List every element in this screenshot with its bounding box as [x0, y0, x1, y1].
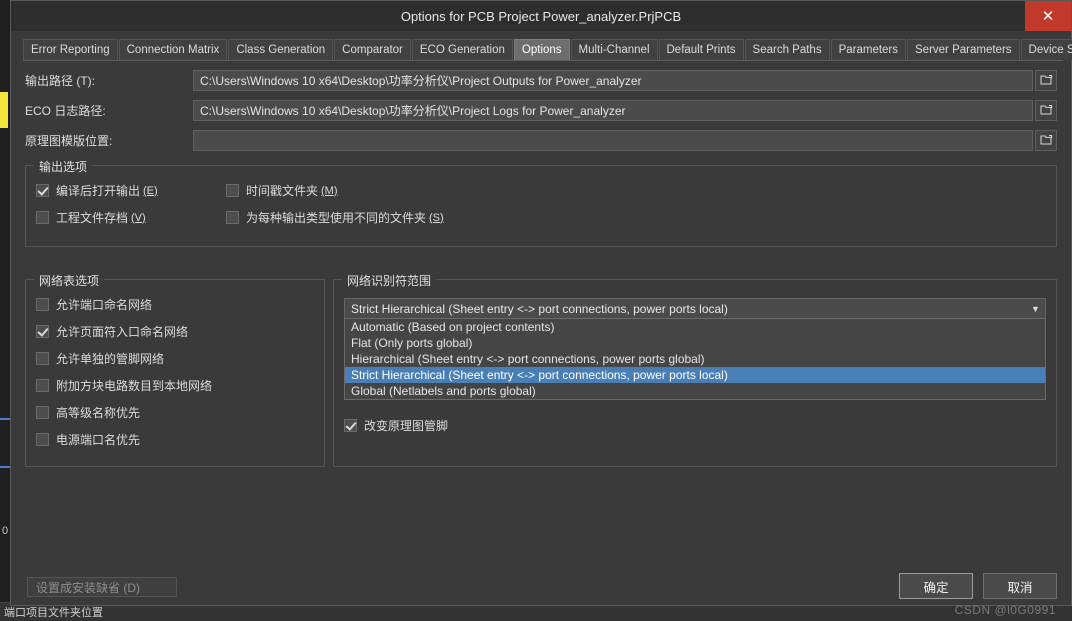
checkbox-timestamp-folder[interactable]: 时间戳文件夹 (M)	[226, 182, 444, 199]
schematic-template-path-row: 原理图模版位置:	[25, 129, 1057, 151]
tab-multi-channel[interactable]: Multi-Channel	[570, 39, 658, 60]
checkbox-open-outputs-after-compile[interactable]: 编译后打开输出 (E)	[36, 182, 226, 199]
lower-columns: 网络表选项 允许端口命名网络 允许页面符入口命名网络 允许单独的管脚网络 附加方…	[25, 265, 1057, 467]
net-identifier-column: 网络识别符范围 Strict Hierarchical (Sheet entry…	[333, 265, 1057, 467]
set-as-default-button[interactable]: 设置成安装缺省 (D)	[27, 577, 177, 597]
checkbox-allow-single-pin-nets[interactable]: 允许单独的管脚网络	[36, 350, 314, 367]
tab-bar: Error Reporting Connection Matrix Class …	[23, 38, 1072, 61]
checkbox-append-sheet-numbers[interactable]: 附加方块电路数目到本地网络	[36, 377, 314, 394]
checkbox-allow-port-names-label: 允许端口命名网络	[56, 298, 153, 312]
tab-device-sheet[interactable]: Device Sheet	[1020, 39, 1072, 60]
checkbox-timestamp-folder-mnemonic: (M)	[321, 184, 338, 197]
checkbox-archive-project-documents-label: 工程文件存档	[56, 211, 129, 225]
tab-eco-generation[interactable]: ECO Generation	[411, 39, 513, 60]
tab-connection-matrix[interactable]: Connection Matrix	[118, 39, 228, 60]
tab-options[interactable]: Options	[513, 39, 570, 60]
app-yellow-marker	[0, 92, 8, 128]
checkbox-power-port-names-take-priority-box[interactable]	[36, 433, 49, 446]
checkbox-allow-single-pin-nets-label: 允许单独的管脚网络	[56, 352, 165, 366]
checkbox-separate-folder-per-output-type-mnemonic: (S)	[429, 211, 444, 224]
schematic-template-path-browse-icon[interactable]	[1035, 129, 1057, 151]
netlist-options-column: 网络表选项 允许端口命名网络 允许页面符入口命名网络 允许单独的管脚网络 附加方…	[25, 265, 325, 467]
schematic-template-path-label: 原理图模版位置:	[25, 133, 113, 148]
eco-log-path-browse-icon[interactable]	[1035, 99, 1057, 121]
tab-comparator[interactable]: Comparator	[334, 39, 411, 60]
tab-search-paths[interactable]: Search Paths	[744, 39, 830, 60]
checkbox-allow-sheet-entry-names[interactable]: 允许页面符入口命名网络	[36, 323, 314, 340]
dialog-titlebar: Options for PCB Project Power_analyzer.P…	[11, 1, 1071, 31]
netlist-options-group: 网络表选项 允许端口命名网络 允许页面符入口命名网络 允许单独的管脚网络 附加方…	[25, 272, 325, 467]
net-identifier-combo-wrapper: Strict Hierarchical (Sheet entry <-> por…	[344, 298, 1046, 400]
checkbox-separate-folder-per-output-type-box[interactable]	[226, 211, 239, 224]
checkbox-allow-port-names-box[interactable]	[36, 298, 49, 311]
dialog-body: 输出路径 (T): C:\Users\Windows 10 x64\Deskto…	[11, 61, 1071, 467]
dialog-footer: 设置成安装缺省 (D) 确定 取消	[11, 561, 1071, 605]
checkbox-separate-folder-per-output-type[interactable]: 为每种输出类型使用不同的文件夹 (S)	[226, 209, 444, 226]
checkbox-open-outputs-after-compile-label: 编译后打开输出	[56, 184, 141, 198]
tab-class-generation[interactable]: Class Generation	[228, 39, 334, 60]
app-axis-label: 0	[2, 525, 9, 537]
checkbox-timestamp-folder-label: 时间戳文件夹	[246, 184, 319, 198]
ok-button[interactable]: 确定	[899, 573, 973, 599]
dropdown-item-automatic[interactable]: Automatic (Based on project contents)	[345, 319, 1045, 335]
eco-log-path-input[interactable]: C:\Users\Windows 10 x64\Desktop\功率分析仪\Pr…	[193, 99, 1033, 121]
schematic-template-path-input[interactable]	[193, 129, 1033, 151]
output-path-row: 输出路径 (T): C:\Users\Windows 10 x64\Deskto…	[25, 69, 1057, 91]
checkbox-archive-project-documents[interactable]: 工程文件存档 (V)	[36, 209, 226, 226]
checkbox-power-port-names-take-priority-label: 电源端口名优先	[56, 433, 141, 447]
close-icon[interactable]: ✕	[1025, 1, 1071, 31]
checkbox-separate-folder-per-output-type-label: 为每种输出类型使用不同的文件夹	[246, 211, 427, 225]
dropdown-item-hierarchical[interactable]: Hierarchical (Sheet entry <-> port conne…	[345, 351, 1045, 367]
net-identifier-title: 网络识别符范围	[342, 272, 437, 289]
checkbox-allow-sheet-entry-names-box[interactable]	[36, 325, 49, 338]
output-path-browse-icon[interactable]	[1035, 69, 1057, 91]
checkbox-archive-project-documents-mnemonic: (V)	[131, 211, 146, 224]
tab-default-prints[interactable]: Default Prints	[658, 39, 744, 60]
checkbox-allow-sheet-entry-names-label: 允许页面符入口命名网络	[56, 325, 189, 339]
options-dialog: Options for PCB Project Power_analyzer.P…	[10, 0, 1072, 606]
checkbox-change-schematic-pins[interactable]: 改变原理图管脚	[344, 417, 1046, 434]
checkbox-change-schematic-pins-box[interactable]	[344, 419, 357, 432]
checkbox-open-outputs-after-compile-mnemonic: (E)	[143, 184, 158, 197]
checkbox-change-schematic-pins-label: 改变原理图管脚	[364, 419, 449, 433]
checkbox-open-outputs-after-compile-box[interactable]	[36, 184, 49, 197]
checkbox-append-sheet-numbers-box[interactable]	[36, 379, 49, 392]
eco-log-path-label: ECO 日志路径:	[25, 103, 106, 118]
net-identifier-combo[interactable]: Strict Hierarchical (Sheet entry <-> por…	[344, 298, 1046, 319]
app-status-text: 端口项目文件夹位置	[4, 607, 103, 619]
checkbox-allow-port-names[interactable]: 允许端口命名网络	[36, 296, 314, 313]
tab-error-reporting[interactable]: Error Reporting	[23, 39, 118, 60]
checkbox-power-port-names-take-priority[interactable]: 电源端口名优先	[36, 431, 314, 448]
dropdown-item-strict-hierarchical[interactable]: Strict Hierarchical (Sheet entry <-> por…	[345, 367, 1045, 383]
chevron-down-icon[interactable]: ▼	[1026, 299, 1045, 318]
output-path-label: 输出路径 (T):	[25, 73, 95, 88]
eco-log-path-row: ECO 日志路径: C:\Users\Windows 10 x64\Deskto…	[25, 99, 1057, 121]
output-options-group: 输出选项 编译后打开输出 (E) 工程文件存档 (V) 时间戳文件夹 (M) 为…	[25, 158, 1057, 247]
checkbox-archive-project-documents-box[interactable]	[36, 211, 49, 224]
dialog-title: Options for PCB Project Power_analyzer.P…	[400, 8, 682, 24]
net-identifier-combo-value: Strict Hierarchical (Sheet entry <-> por…	[351, 301, 728, 316]
tab-parameters[interactable]: Parameters	[830, 39, 907, 60]
dropdown-item-flat[interactable]: Flat (Only ports global)	[345, 335, 1045, 351]
netlist-options-title: 网络表选项	[34, 272, 105, 289]
dropdown-item-global[interactable]: Global (Netlabels and ports global)	[345, 383, 1045, 399]
checkbox-timestamp-folder-box[interactable]	[226, 184, 239, 197]
checkbox-allow-single-pin-nets-box[interactable]	[36, 352, 49, 365]
net-identifier-group: 网络识别符范围 Strict Hierarchical (Sheet entry…	[333, 272, 1057, 467]
output-path-input[interactable]: C:\Users\Windows 10 x64\Desktop\功率分析仪\Pr…	[193, 69, 1033, 91]
checkbox-append-sheet-numbers-label: 附加方块电路数目到本地网络	[56, 379, 213, 393]
cancel-button[interactable]: 取消	[983, 573, 1057, 599]
net-identifier-dropdown: Automatic (Based on project contents) Fl…	[344, 318, 1046, 400]
tab-server-parameters[interactable]: Server Parameters	[907, 39, 1020, 60]
checkbox-higher-level-names-take-priority-label: 高等级名称优先	[56, 406, 141, 420]
checkbox-higher-level-names-take-priority-box[interactable]	[36, 406, 49, 419]
output-options-title: 输出选项	[34, 158, 93, 175]
checkbox-higher-level-names-take-priority[interactable]: 高等级名称优先	[36, 404, 314, 421]
